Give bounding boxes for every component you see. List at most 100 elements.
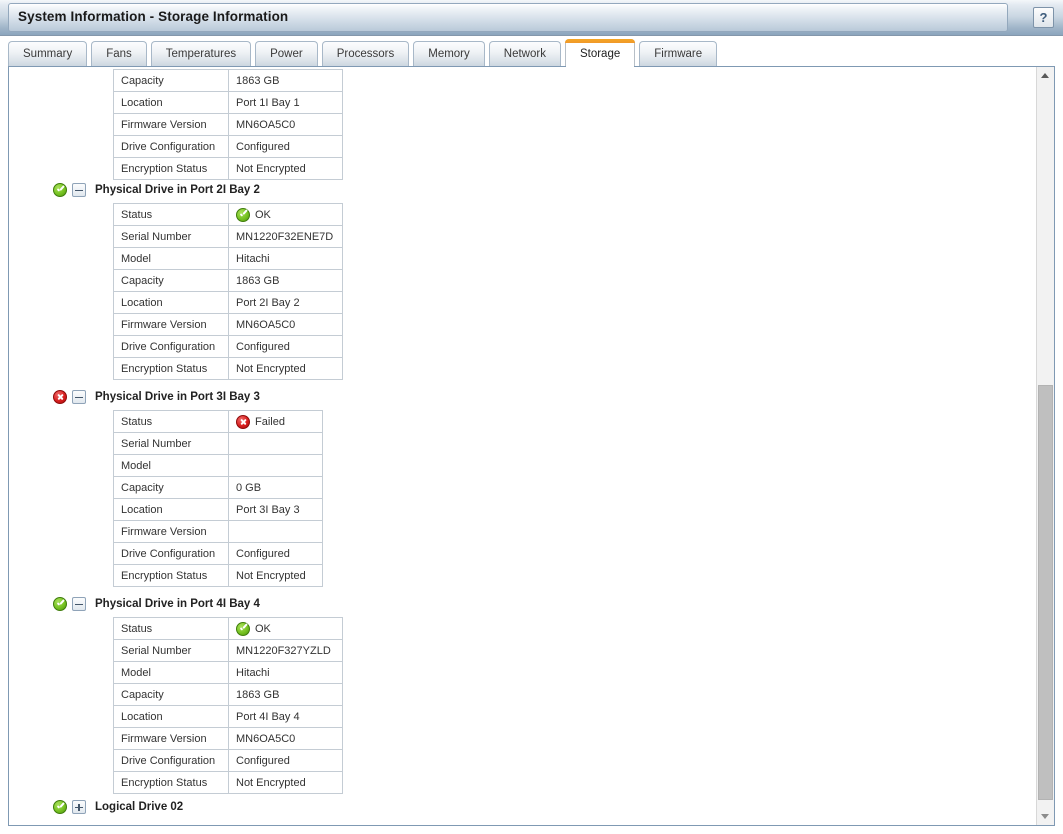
property-value: Configured xyxy=(228,135,343,158)
scrollbar-thumb[interactable] xyxy=(1038,385,1053,800)
tab-bar: Summary Fans Temperatures Power Processors Me… xyxy=(0,36,1063,68)
property-value: MN1220F32ENE7D xyxy=(228,225,343,248)
collapse-button[interactable] xyxy=(72,597,86,611)
property-value: Port 2I Bay 2 xyxy=(228,291,343,314)
property-name: Model xyxy=(113,247,229,270)
property-name: Encryption Status xyxy=(113,564,229,587)
table-row: Drive Configuration Configured xyxy=(113,335,343,358)
property-name: Capacity xyxy=(113,683,229,706)
table-row: Drive Configuration Configured xyxy=(113,749,343,772)
scroll-down-button[interactable] xyxy=(1037,808,1054,825)
window-titlebar: System Information - Storage Information… xyxy=(0,0,1063,36)
section-title: Physical Drive in Port 3I Bay 3 xyxy=(95,391,260,403)
property-name: Capacity xyxy=(113,269,229,292)
table-row: Capacity 1863 GB xyxy=(113,269,343,292)
drive-section-header[interactable]: Physical Drive in Port 4I Bay 4 xyxy=(53,595,260,613)
property-value: Port 3I Bay 3 xyxy=(228,498,323,521)
property-value: Not Encrypted xyxy=(228,157,343,180)
status-ok-icon xyxy=(53,183,67,197)
property-name: Capacity xyxy=(113,476,229,499)
drive-section-header[interactable]: Physical Drive in Port 2I Bay 2 xyxy=(53,181,260,199)
status-badge: OK xyxy=(236,207,342,222)
property-name: Firmware Version xyxy=(113,520,229,543)
drive-properties-table: Status OK Serial Number MN1220F32ENE7D Model… xyxy=(113,203,343,380)
property-name: Location xyxy=(113,498,229,521)
property-value: Port 1I Bay 1 xyxy=(228,91,343,114)
help-button[interactable]: ? xyxy=(1033,7,1054,28)
table-row: Encryption Status Not Encrypted xyxy=(113,157,343,180)
property-value: Not Encrypted xyxy=(228,771,343,794)
status-failed-icon xyxy=(236,414,250,429)
property-value: Configured xyxy=(228,542,323,565)
property-value: Hitachi xyxy=(228,247,343,270)
property-name: Location xyxy=(113,291,229,314)
property-value: Configured xyxy=(228,749,343,772)
table-row: Drive Configuration Configured xyxy=(113,542,323,565)
tab-summary[interactable]: Summary xyxy=(8,41,88,66)
logical-drive-header[interactable]: Logical Drive 02 xyxy=(53,798,183,816)
property-value xyxy=(228,520,323,543)
table-row: Status Failed xyxy=(113,410,323,433)
property-name: Capacity xyxy=(113,69,229,92)
property-name: Drive Configuration xyxy=(113,335,229,358)
table-row: Status OK xyxy=(113,617,343,640)
drive-properties-table: Status OK Serial Number MN1220F327YZLD Model… xyxy=(113,617,343,794)
table-row: Capacity 1863 GB xyxy=(113,69,343,92)
status-label: OK xyxy=(255,208,271,221)
tab-temperatures[interactable]: Temperatures xyxy=(150,41,252,66)
table-row: Firmware Version MN6OA5C0 xyxy=(113,313,343,336)
table-row: Serial Number MN1220F32ENE7D xyxy=(113,225,343,248)
section-title: Physical Drive in Port 4I Bay 4 xyxy=(95,598,260,610)
collapse-button[interactable] xyxy=(72,183,86,197)
property-value: MN1220F327YZLD xyxy=(228,639,343,662)
tab-processors[interactable]: Processors xyxy=(321,41,410,66)
drive-section-header[interactable]: Physical Drive in Port 3I Bay 3 xyxy=(53,388,260,406)
property-name: Model xyxy=(113,454,229,477)
property-value: Hitachi xyxy=(228,661,343,684)
tab-network[interactable]: Network xyxy=(488,41,561,66)
property-value: 1863 GB xyxy=(228,69,343,92)
table-row: Firmware Version MN6OA5C0 xyxy=(113,727,343,750)
property-value: 1863 GB xyxy=(228,269,343,292)
property-name: Firmware Version xyxy=(113,727,229,750)
tab-power[interactable]: Power xyxy=(255,41,318,66)
status-label: Failed xyxy=(255,415,285,428)
scroll-up-button[interactable] xyxy=(1037,67,1054,84)
table-row: Status OK xyxy=(113,203,343,226)
property-name: Encryption Status xyxy=(113,157,229,180)
question-mark-icon: ? xyxy=(1039,10,1048,25)
property-value xyxy=(228,432,323,455)
property-value: OK xyxy=(228,203,343,226)
expand-button[interactable] xyxy=(72,800,86,814)
table-row: Location Port 1I Bay 1 xyxy=(113,91,343,114)
property-name: Serial Number xyxy=(113,639,229,662)
table-row: Drive Configuration Configured xyxy=(113,135,343,158)
status-failed-icon xyxy=(53,390,67,404)
drive-properties-table: Status Failed Serial Number Model Capacity 0 … xyxy=(113,410,323,587)
vertical-scrollbar[interactable] xyxy=(1036,67,1054,825)
tab-storage[interactable]: Storage xyxy=(564,39,636,68)
status-label: OK xyxy=(255,622,271,635)
table-row: Model Hitachi xyxy=(113,661,343,684)
table-row: Model Hitachi xyxy=(113,247,343,270)
table-row: Capacity 1863 GB xyxy=(113,683,343,706)
tab-firmware[interactable]: Firmware xyxy=(639,41,718,66)
property-value: 1863 GB xyxy=(228,683,343,706)
chevron-down-icon xyxy=(1041,814,1049,819)
property-value: 0 GB xyxy=(228,476,323,499)
content-frame: Capacity 1863 GB Location Port 1I Bay 1 Firm… xyxy=(8,66,1055,826)
status-ok-icon xyxy=(53,597,67,611)
property-value xyxy=(228,454,323,477)
property-name: Drive Configuration xyxy=(113,542,229,565)
status-badge: OK xyxy=(236,621,342,636)
table-row: Firmware Version xyxy=(113,520,323,543)
tab-memory[interactable]: Memory xyxy=(413,41,485,66)
collapse-button[interactable] xyxy=(72,390,86,404)
property-name: Drive Configuration xyxy=(113,135,229,158)
tab-fans[interactable]: Fans xyxy=(91,41,147,66)
property-name: Firmware Version xyxy=(113,313,229,336)
status-ok-icon xyxy=(53,800,67,814)
property-name: Encryption Status xyxy=(113,357,229,380)
property-value: Not Encrypted xyxy=(228,564,323,587)
table-row: Location Port 4I Bay 4 xyxy=(113,705,343,728)
